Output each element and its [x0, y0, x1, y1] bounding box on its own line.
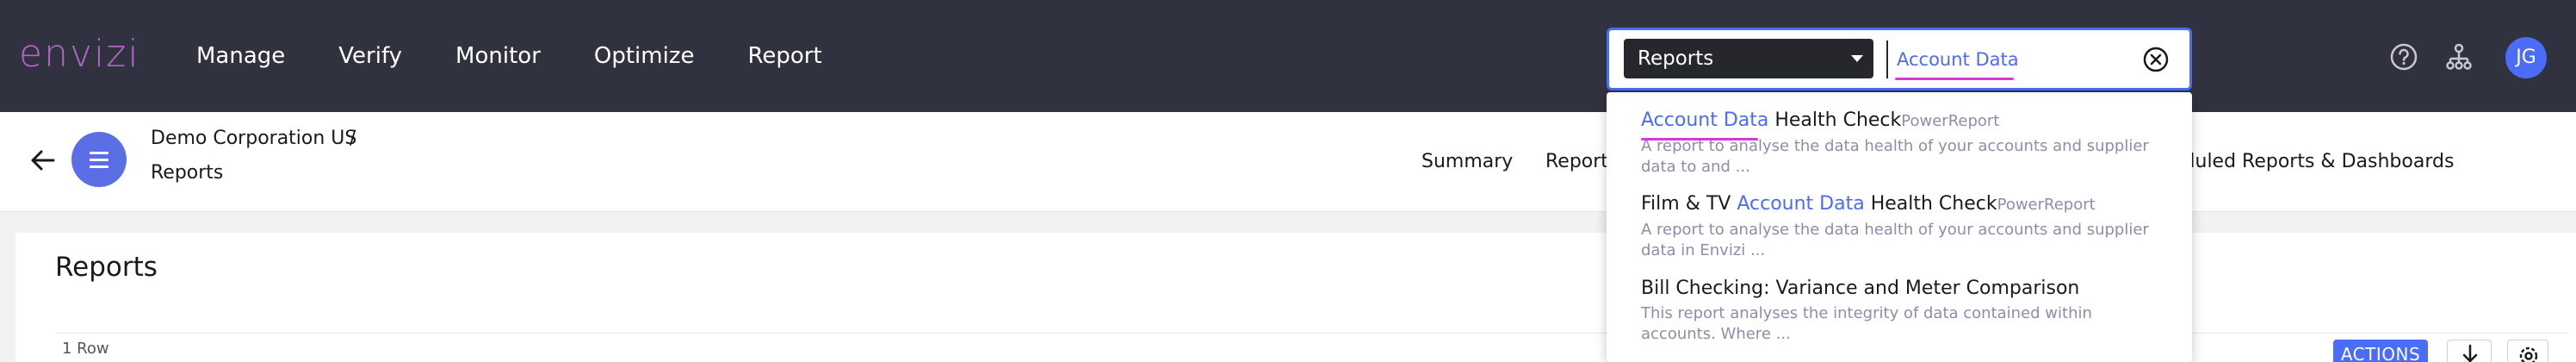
nav-verify[interactable]: Verify — [338, 41, 402, 71]
gear-icon — [2519, 346, 2538, 362]
search-result-title: Bill Checking: Variance and Meter Compar… — [1641, 278, 2080, 299]
search-scope-select[interactable]: Reports — [1624, 39, 1873, 78]
tab-scheduled-reports-dashboards[interactable]: eduled Reports & Dashboards — [2171, 151, 2454, 172]
download-icon — [2462, 344, 2478, 362]
result-title-match: Account Data — [1737, 193, 1865, 215]
result-title-prefix: Film & TV — [1641, 193, 1737, 215]
nav-manage[interactable]: Manage — [196, 41, 285, 71]
breadcrumb-current-page: Reports — [151, 162, 224, 184]
help-icon[interactable] — [2388, 41, 2419, 72]
nav-optimize[interactable]: Optimize — [594, 41, 695, 71]
breadcrumb-separator: / — [350, 128, 356, 149]
tab-summary[interactable]: Summary — [1421, 151, 1513, 172]
nav-report[interactable]: Report — [747, 41, 821, 71]
search-result-description: A report to analyse the data health of y… — [1641, 221, 2149, 259]
download-button[interactable] — [2447, 340, 2492, 362]
back-arrow-icon[interactable] — [28, 145, 59, 176]
search-divider — [1886, 41, 1888, 78]
envizi-logo[interactable]: envizi — [19, 33, 140, 76]
clear-search-icon[interactable] — [2141, 45, 2170, 74]
search-result-item[interactable]: Bill Checking: Variance and Meter Compar… — [1641, 276, 2158, 345]
hamburger-menu-icon[interactable] — [71, 132, 127, 187]
main-nav: Manage Verify Monitor Optimize Report — [196, 0, 876, 112]
search-results-dropdown: Account Data Health CheckPowerReport A r… — [1607, 92, 2192, 362]
nav-monitor[interactable]: Monitor — [455, 41, 541, 71]
result-title-rest: Health Check — [1864, 193, 1997, 215]
card-divider — [55, 333, 2569, 334]
actions-button[interactable]: ACTIONS — [2333, 340, 2428, 362]
search-result-item[interactable]: Film & TV Account Data Health CheckPower… — [1641, 191, 2158, 261]
search-result-description: This report analyses the integrity of da… — [1641, 304, 2092, 343]
result-title-rest: Health Check — [1768, 109, 1902, 131]
row-count-label: 1 Row — [62, 340, 109, 358]
user-avatar[interactable]: JG — [2505, 37, 2547, 78]
search-scope-label: Reports — [1638, 47, 1714, 70]
result-match-underline — [1641, 138, 1758, 140]
global-search: Reports — [1607, 28, 2192, 90]
page-title: Reports — [55, 252, 158, 283]
result-type-tag: PowerReport — [1901, 112, 2000, 130]
search-result-item[interactable]: Account Data Health CheckPowerReport A r… — [1641, 108, 2158, 178]
search-input[interactable] — [1897, 42, 2155, 77]
search-match-underline — [1895, 78, 2014, 80]
result-title-match: Account Data — [1641, 109, 1769, 131]
result-type-tag: PowerReport — [1997, 196, 2096, 214]
search-result-title: Account Data Health CheckPowerReport — [1641, 108, 2158, 134]
tab-reports[interactable]: Report — [1545, 151, 1608, 172]
breadcrumb-organization[interactable]: Demo Corporation US — [151, 128, 356, 149]
settings-button[interactable] — [2507, 340, 2548, 362]
search-result-description: A report to analyse the data health of y… — [1641, 137, 2149, 176]
org-tree-icon[interactable] — [2443, 41, 2474, 72]
search-result-title: Film & TV Account Data Health CheckPower… — [1641, 191, 2158, 218]
caret-down-icon — [1851, 55, 1863, 62]
